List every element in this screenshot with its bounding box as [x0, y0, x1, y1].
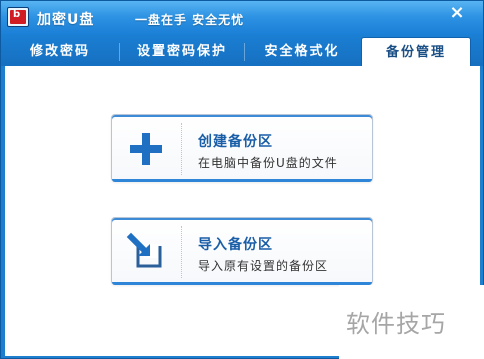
import-backup-description: 导入原有设置的备份区 — [198, 259, 329, 273]
card-accent-line — [112, 282, 372, 285]
app-logo-icon: b — [7, 7, 29, 27]
app-slogan: 一盘在手 安全无忧 — [135, 13, 245, 27]
import-arrow-icon — [126, 232, 166, 272]
card-accent-line — [112, 179, 372, 182]
tab-secure-format[interactable]: 安全格式化 — [245, 37, 359, 66]
watermark-text: 软件技巧 — [346, 310, 446, 338]
close-button[interactable]: × — [447, 3, 467, 23]
create-backup-title: 创建备份区 — [198, 134, 273, 150]
create-backup-button[interactable]: 创建备份区 在电脑中备份U盘的文件 — [111, 114, 373, 182]
title-bar[interactable]: b 加密U盘 一盘在手 安全无忧 × — [1, 1, 483, 35]
card-divider — [181, 226, 182, 278]
tab-backup-management[interactable]: 备份管理 — [361, 37, 471, 66]
card-divider — [181, 123, 182, 175]
create-backup-description: 在电脑中备份U盘的文件 — [198, 156, 338, 170]
import-backup-button[interactable]: 导入备份区 导入原有设置的备份区 — [111, 217, 373, 285]
app-title: 加密U盘 — [37, 12, 95, 28]
tab-bar: 修改密码 设置密码保护 安全格式化 备份管理 — [1, 35, 483, 66]
plus-icon — [126, 129, 166, 169]
tab-password-protection[interactable]: 设置密码保护 — [120, 37, 244, 66]
import-backup-title: 导入备份区 — [198, 237, 273, 253]
tab-change-password[interactable]: 修改密码 — [1, 37, 119, 66]
logo-mark: b — [13, 9, 21, 20]
